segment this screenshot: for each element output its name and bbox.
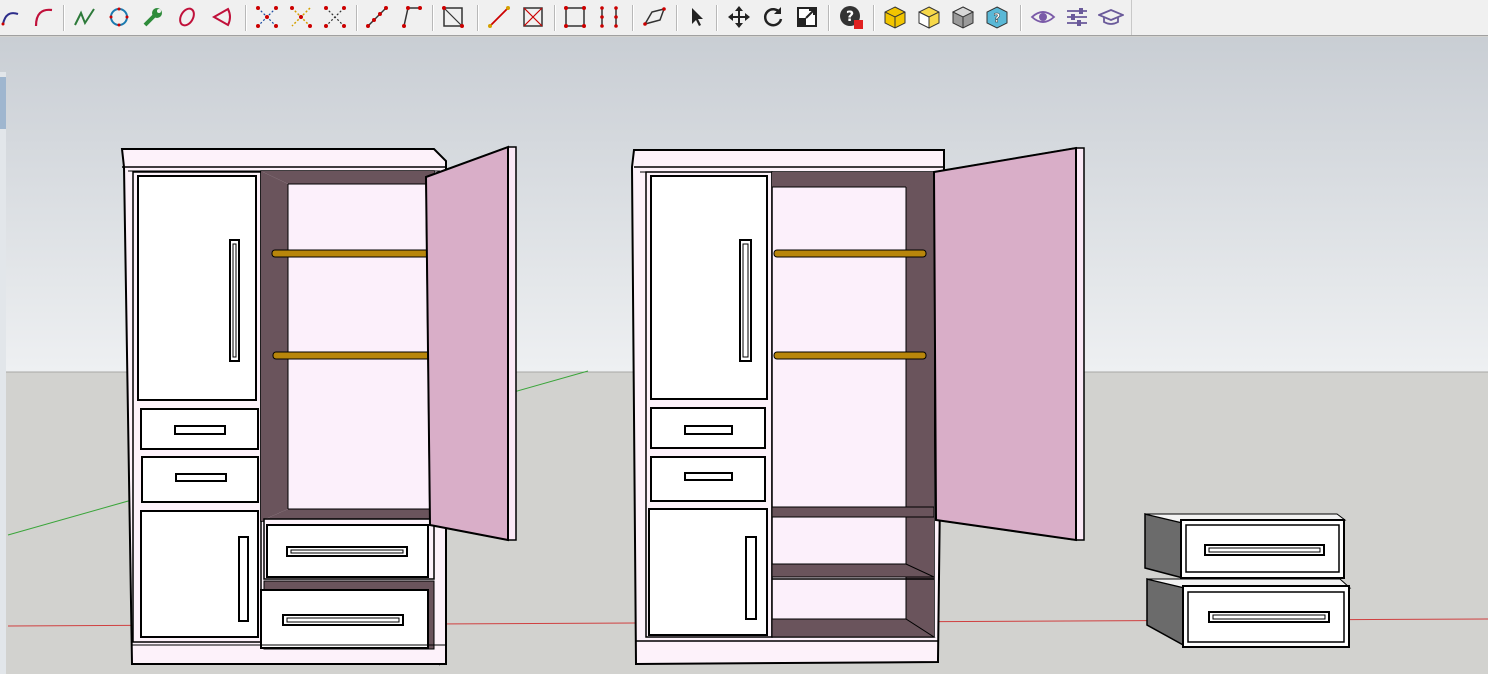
rectangle-corners-icon[interactable] — [562, 4, 588, 30]
grid-points-icon[interactable] — [596, 4, 622, 30]
toolbar-separator — [716, 5, 718, 31]
line-points-icon[interactable] — [364, 4, 390, 30]
svg-text:?: ? — [846, 9, 854, 25]
hanging-rod-1 — [271, 249, 431, 258]
solid-box-icon[interactable] — [950, 4, 976, 30]
sector-icon[interactable] — [208, 4, 234, 30]
collapse-points-icon[interactable] — [288, 4, 314, 30]
toolbar-separator — [554, 5, 556, 31]
toolbar-separator — [432, 5, 434, 31]
move-icon[interactable] — [726, 4, 752, 30]
angle-points-icon[interactable] — [398, 4, 424, 30]
rectangle-cross-icon[interactable] — [520, 4, 546, 30]
component-open-icon[interactable] — [916, 4, 942, 30]
toolbar-separator — [828, 5, 830, 31]
arc-icon[interactable] — [0, 4, 26, 30]
toolbar-separator — [63, 5, 65, 31]
component-box-icon[interactable] — [882, 4, 908, 30]
hanging-rod-4 — [773, 351, 927, 360]
toolbar-separator — [873, 5, 875, 31]
model-viewport[interactable] — [0, 37, 1488, 674]
wrench-icon[interactable] — [140, 4, 166, 30]
toolbar-separator — [477, 5, 479, 31]
scene-canvas[interactable] — [0, 37, 1488, 674]
rectangle-diagonal-icon[interactable] — [440, 4, 466, 30]
toolbar-separator — [1020, 5, 1022, 31]
hanging-rod-2 — [272, 351, 431, 360]
two-point-arc-icon[interactable] — [30, 4, 56, 30]
svg-text:?: ? — [994, 11, 1001, 25]
scale-icon[interactable] — [794, 4, 820, 30]
diagonal-line-icon[interactable] — [486, 4, 512, 30]
freehand-icon[interactable] — [72, 4, 98, 30]
scatter-points-icon[interactable] — [322, 4, 348, 30]
toolbar-separator — [676, 5, 678, 31]
toolbar-icons: ? ? — [0, 0, 1131, 36]
help-icon[interactable]: ? — [838, 4, 864, 30]
polygon-icon[interactable] — [106, 4, 132, 30]
graduation-cap-icon[interactable] — [1098, 4, 1124, 30]
loose-drawer-bottom — [1146, 578, 1352, 648]
eye-icon[interactable] — [1030, 4, 1056, 30]
toolbar-separator — [356, 5, 358, 31]
hanging-rod-3 — [773, 249, 927, 258]
loose-drawer-top — [1144, 513, 1347, 579]
toolbar-separator — [245, 5, 247, 31]
quadrilateral-icon[interactable] — [642, 4, 668, 30]
left-edge-panel — [0, 72, 6, 674]
rotate-icon[interactable] — [760, 4, 786, 30]
toolbar-separator — [632, 5, 634, 31]
box-help-icon[interactable]: ? — [984, 4, 1010, 30]
select-arrow-icon[interactable] — [684, 4, 710, 30]
explode-points-icon[interactable] — [254, 4, 280, 30]
ellipse-icon[interactable] — [174, 4, 200, 30]
sliders-icon[interactable] — [1064, 4, 1090, 30]
